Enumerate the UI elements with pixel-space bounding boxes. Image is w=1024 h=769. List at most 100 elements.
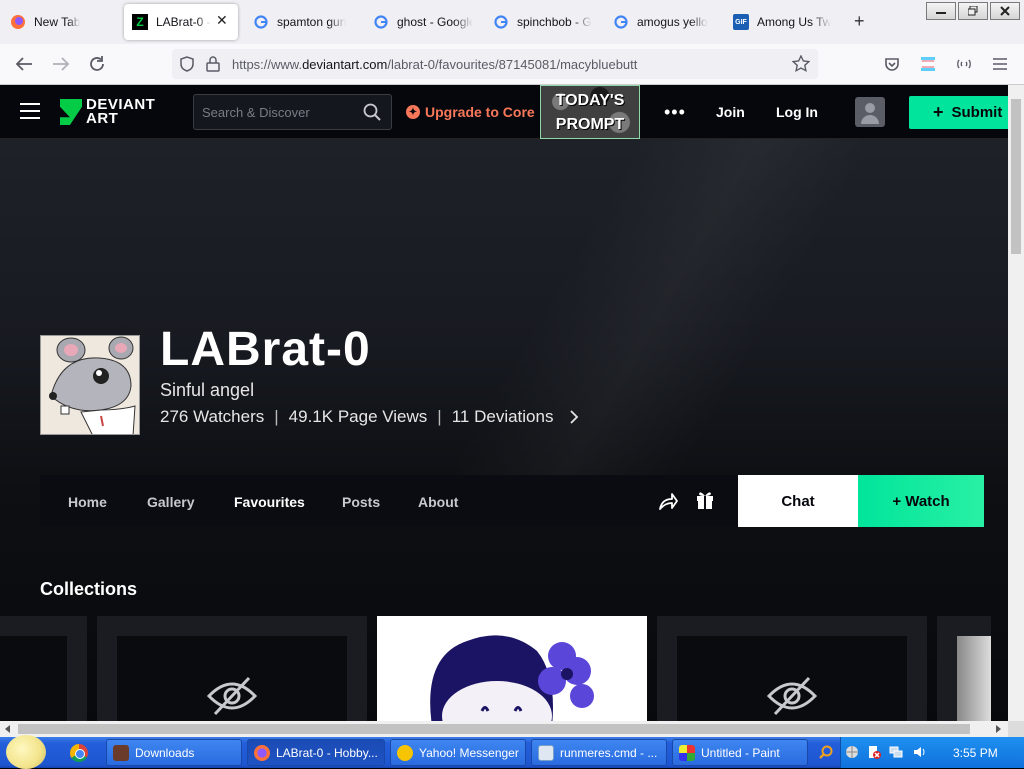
- tab-home[interactable]: Home: [68, 494, 107, 510]
- tab-spinchbob[interactable]: spinchbob - G: [493, 4, 593, 40]
- taskbar-clock[interactable]: 3:55 PM: [953, 746, 998, 760]
- taskbar-label: Downloads: [135, 745, 195, 760]
- tab-favourites[interactable]: Favourites: [234, 494, 305, 510]
- profile-username: LABrat-0: [160, 323, 371, 376]
- user-avatar-icon[interactable]: [855, 97, 885, 127]
- gif-icon: GIF: [733, 14, 749, 30]
- browser-nav-bar: https://www.deviantart.com/labrat-0/favo…: [0, 44, 1024, 85]
- volume-icon[interactable]: [913, 745, 927, 759]
- close-tab-icon[interactable]: ✕: [216, 12, 228, 29]
- tab-ghost[interactable]: ghost - Google: [373, 4, 473, 40]
- firefox-icon: [254, 744, 270, 761]
- taskbar-item-firefox[interactable]: LABrat-0 - Hobby...: [247, 739, 385, 766]
- scrollbar-thumb[interactable]: [18, 724, 970, 734]
- scroll-right-icon[interactable]: [994, 725, 1002, 733]
- url-host: deviantart.com: [302, 57, 388, 72]
- cast-icon[interactable]: [956, 56, 972, 72]
- chevron-right-icon[interactable]: [569, 410, 579, 424]
- site-header: DEVIANT ART Search & Discover ✦ Upgrade t…: [0, 85, 1008, 139]
- deviations-count[interactable]: 11 Deviations: [452, 407, 554, 427]
- tab-title: New Tab: [34, 15, 81, 29]
- url-text[interactable]: https://www.deviantart.com/labrat-0/favo…: [232, 57, 637, 72]
- watchers-count[interactable]: 276 Watchers: [160, 407, 264, 427]
- security-alert-icon[interactable]: [867, 745, 881, 759]
- upgrade-label: Upgrade to Core: [425, 104, 535, 120]
- tab-posts[interactable]: Posts: [342, 494, 380, 510]
- forward-icon[interactable]: [52, 56, 70, 72]
- tab-title: spinchbob - G: [517, 15, 592, 29]
- extension-flag-icon[interactable]: [920, 56, 936, 72]
- tab-amogus[interactable]: amogus yello: [613, 4, 713, 40]
- reload-icon[interactable]: [88, 55, 106, 73]
- todays-prompt-banner[interactable]: TODAY'S PROMPT: [540, 85, 640, 139]
- upgrade-to-core-link[interactable]: ✦ Upgrade to Core: [406, 104, 535, 120]
- collection-card[interactable]: [97, 616, 367, 721]
- core-star-icon: ✦: [406, 105, 420, 119]
- plus-icon: +: [933, 102, 944, 122]
- site-logo[interactable]: DEVIANT ART: [86, 97, 155, 127]
- scroll-left-icon[interactable]: [4, 725, 12, 733]
- collection-card-artwork[interactable]: [377, 616, 647, 721]
- tab-spamton[interactable]: spamton gun: [253, 4, 353, 40]
- hamburger-menu-icon[interactable]: [20, 103, 40, 119]
- tab-gallery[interactable]: Gallery: [147, 494, 194, 510]
- login-link[interactable]: Log In: [776, 104, 818, 120]
- search-input[interactable]: Search & Discover: [193, 94, 392, 130]
- collection-card[interactable]: [657, 616, 927, 721]
- address-bar[interactable]: https://www.deviantart.com/labrat-0/favo…: [172, 49, 818, 79]
- chrome-icon[interactable]: [70, 744, 88, 762]
- taskbar-item-paint[interactable]: Untitled - Paint: [672, 739, 808, 766]
- collection-card[interactable]: [0, 616, 87, 721]
- lock-icon[interactable]: [206, 56, 220, 72]
- start-orb-icon[interactable]: [6, 735, 46, 769]
- page-views-count: 49.1K Page Views: [288, 407, 428, 426]
- taskbar-label: Yahoo! Messenger: [419, 745, 519, 760]
- tab-about[interactable]: About: [418, 494, 458, 510]
- tab-title: ghost - Google: [397, 15, 473, 29]
- search-icon[interactable]: [819, 745, 833, 759]
- taskbar-item-notepad[interactable]: runmeres.cmd - ...: [531, 739, 667, 766]
- shield-icon[interactable]: [180, 56, 194, 72]
- collection-card[interactable]: [937, 616, 991, 721]
- globe-icon[interactable]: [845, 745, 859, 759]
- network-icon[interactable]: [889, 745, 903, 759]
- paint-icon: [679, 744, 695, 761]
- google-icon: [253, 14, 269, 30]
- profile-avatar[interactable]: [40, 335, 140, 435]
- logo-line2: ART: [86, 110, 119, 127]
- new-tab-button[interactable]: +: [854, 12, 865, 30]
- tab-among-us[interactable]: GIF Among Us Tw: [733, 4, 837, 40]
- pocket-icon[interactable]: [884, 56, 900, 72]
- menu-icon[interactable]: [992, 57, 1008, 71]
- back-icon[interactable]: [15, 56, 33, 72]
- join-link[interactable]: Join: [716, 104, 745, 120]
- search-placeholder: Search & Discover: [202, 105, 310, 120]
- google-icon: [373, 14, 389, 30]
- prompt-line1: TODAY'S: [555, 92, 625, 109]
- share-icon[interactable]: [658, 491, 678, 511]
- profile-stats[interactable]: 276 Watchers | 49.1K Page Views | 11 Dev…: [160, 407, 579, 427]
- search-icon[interactable]: [363, 103, 381, 121]
- vertical-scrollbar[interactable]: [1008, 85, 1024, 721]
- chat-button[interactable]: Chat: [738, 475, 858, 527]
- close-window-button[interactable]: [990, 2, 1020, 20]
- tab-new-tab[interactable]: New Tab: [10, 4, 120, 40]
- bookmark-star-icon[interactable]: [792, 55, 810, 73]
- hidden-eye-icon: [767, 676, 817, 716]
- gift-icon[interactable]: [696, 490, 714, 510]
- watch-button[interactable]: + Watch: [858, 475, 984, 527]
- more-options-icon[interactable]: •••: [664, 102, 686, 123]
- deviantart-logo-icon[interactable]: [60, 99, 82, 125]
- horizontal-scrollbar[interactable]: [0, 721, 1008, 737]
- submit-button[interactable]: + Submit: [909, 96, 1008, 129]
- restore-button[interactable]: [958, 2, 988, 20]
- scrollbar-thumb[interactable]: [1011, 99, 1021, 254]
- taskbar-item-yahoo[interactable]: Yahoo! Messenger: [390, 739, 526, 766]
- stat-separator: |: [437, 407, 442, 426]
- google-icon: [613, 14, 629, 30]
- profile-nav: Home Gallery Favourites Posts About Chat…: [40, 475, 984, 527]
- tab-title: amogus yello: [637, 15, 708, 29]
- minimize-button[interactable]: [926, 2, 956, 20]
- tab-title: LABrat-0 -: [156, 15, 211, 29]
- taskbar-item-downloads[interactable]: Downloads: [106, 739, 242, 766]
